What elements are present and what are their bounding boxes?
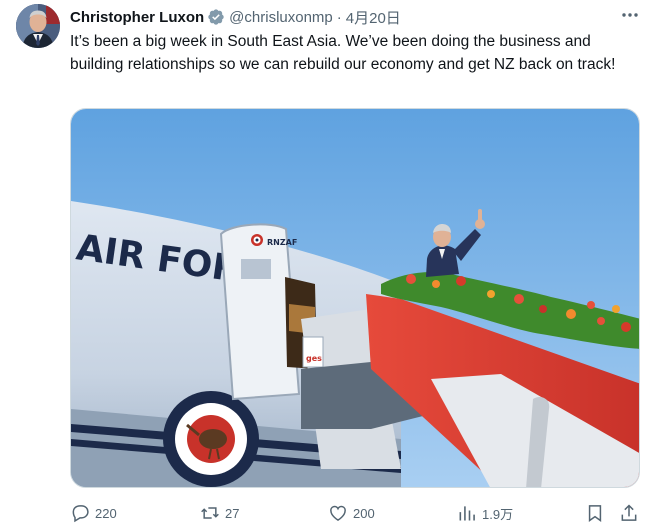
- reply-icon: [72, 505, 89, 523]
- heart-icon: [330, 505, 346, 521]
- more-dots-icon: [622, 13, 638, 17]
- tweet[interactable]: Christopher Luxon @chrisluxonmp · 4月20日 …: [0, 0, 657, 528]
- bookmark-button[interactable]: [585, 500, 605, 526]
- views-count: 1.9万: [482, 506, 514, 522]
- verified-badge-icon[interactable]: [207, 8, 225, 26]
- tweet-header: Christopher Luxon @chrisluxonmp · 4月20日: [70, 6, 401, 28]
- views-chart-icon: [459, 506, 475, 521]
- like-button[interactable]: 200: [328, 500, 375, 526]
- tweet-actions: 220 27 200 1.9万: [70, 500, 645, 526]
- reply-button[interactable]: 220: [70, 500, 117, 526]
- author-display-name[interactable]: Christopher Luxon: [70, 9, 204, 26]
- tweet-photo[interactable]: AIR FOR RNZAF ges: [70, 108, 640, 488]
- header-separator: ·: [336, 8, 342, 26]
- tweet-text: It’s been a big week in South East Asia.…: [70, 33, 616, 73]
- author-avatar[interactable]: [16, 4, 60, 48]
- tweet-date[interactable]: 4月20日: [346, 7, 401, 28]
- stair-sign-lettering: ges: [306, 354, 322, 363]
- retweet-icon: [201, 507, 219, 519]
- retweet-count: 27: [225, 505, 240, 521]
- reply-count: 220: [95, 505, 117, 521]
- like-count: 200: [353, 505, 375, 521]
- share-button[interactable]: [619, 500, 639, 526]
- more-options-button[interactable]: [619, 5, 641, 25]
- door-lettering: RNZAF: [267, 238, 297, 247]
- share-icon: [621, 504, 637, 521]
- bookmark-icon: [588, 505, 602, 522]
- author-handle[interactable]: @chrisluxonmp: [229, 9, 333, 26]
- views-button[interactable]: 1.9万: [457, 500, 513, 526]
- retweet-button[interactable]: 27: [200, 500, 239, 526]
- photo-illustration: AIR FOR RNZAF ges: [71, 109, 639, 487]
